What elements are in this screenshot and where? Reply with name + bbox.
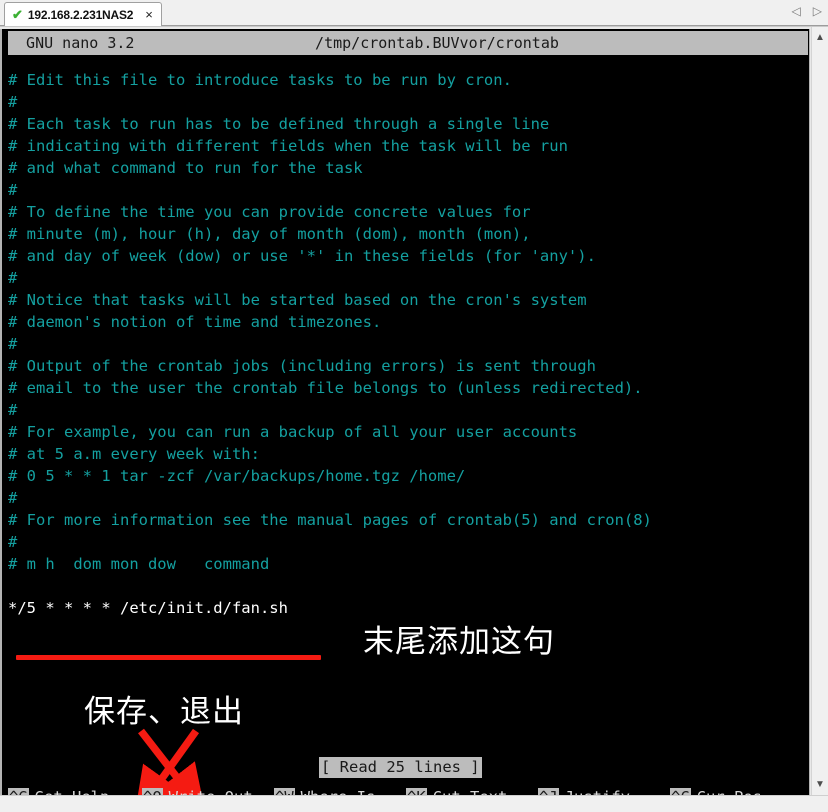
editor-line: # minute (m), hour (h), day of month (do… [8,225,531,243]
editor-line: # To define the time you can provide con… [8,203,531,221]
terminal-screen[interactable]: GNU nano 3.2 /tmp/crontab.BUVvor/crontab… [0,29,810,809]
editor-line: # daemon's notion of time and timezones. [8,313,382,331]
tab-strip: ✔ 192.168.2.231NAS2 × ◁ ▷ [0,0,828,26]
close-icon[interactable]: × [145,8,153,21]
editor-line: # indicating with different fields when … [8,137,568,155]
editor-line: # and what command to run for the task [8,159,363,177]
nano-text-body[interactable]: # Edit this file to introduce tasks to b… [8,69,808,619]
app-window: ✔ 192.168.2.231NAS2 × ◁ ▷ GNU nano 3.2 /… [0,0,828,812]
editor-line: # [8,269,18,287]
vertical-scrollbar[interactable]: ▲ ▼ [811,27,828,812]
nano-status-message: [ Read 25 lines ] [319,757,482,778]
terminal-frame: GNU nano 3.2 /tmp/crontab.BUVvor/crontab… [0,26,828,812]
editor-line: # [8,93,18,111]
editor-line: # Notice that tasks will be started base… [8,291,587,309]
nano-title-bar: GNU nano 3.2 /tmp/crontab.BUVvor/crontab [8,31,808,55]
chevron-right-icon[interactable]: ▷ [813,5,822,17]
connected-check-icon: ✔ [12,7,23,22]
terminal-content: GNU nano 3.2 /tmp/crontab.BUVvor/crontab… [8,29,809,809]
terminal-tab[interactable]: ✔ 192.168.2.231NAS2 × [4,2,162,26]
scroll-up-icon[interactable]: ▲ [812,29,828,46]
annotation-append-note: 末尾添加这句 [363,624,555,660]
tab-scroll-arrows: ◁ ▷ [792,5,822,17]
editor-line: # at 5 a.m every week with: [8,445,260,463]
editor-line: # [8,335,18,353]
editor-line: # For more information see the manual pa… [8,511,652,529]
chevron-left-icon[interactable]: ◁ [792,5,801,17]
editor-line: # [8,533,18,551]
editor-line: # For example, you can run a backup of a… [8,423,578,441]
editor-line: # Edit this file to introduce tasks to b… [8,71,512,89]
editor-line: # m h dom mon dow command [8,555,270,573]
editor-line: # [8,181,18,199]
editor-line: # email to the user the crontab file bel… [8,379,643,397]
editor-line: # 0 5 * * 1 tar -zcf /var/backups/home.t… [8,467,466,485]
annotation-save-note: 保存、退出 [84,694,244,730]
tab-label: 192.168.2.231NAS2 [27,7,134,22]
editor-line: # [8,489,18,507]
red-underline-annotation [16,655,321,660]
editor-line: # and day of week (dow) or use '*' in th… [8,247,596,265]
window-bottom-strip [0,795,828,812]
scroll-down-icon[interactable]: ▼ [812,776,828,793]
editor-line: # Each task to run has to be defined thr… [8,115,550,133]
editor-line: # Output of the crontab jobs (including … [8,357,596,375]
editor-line: # [8,401,18,419]
